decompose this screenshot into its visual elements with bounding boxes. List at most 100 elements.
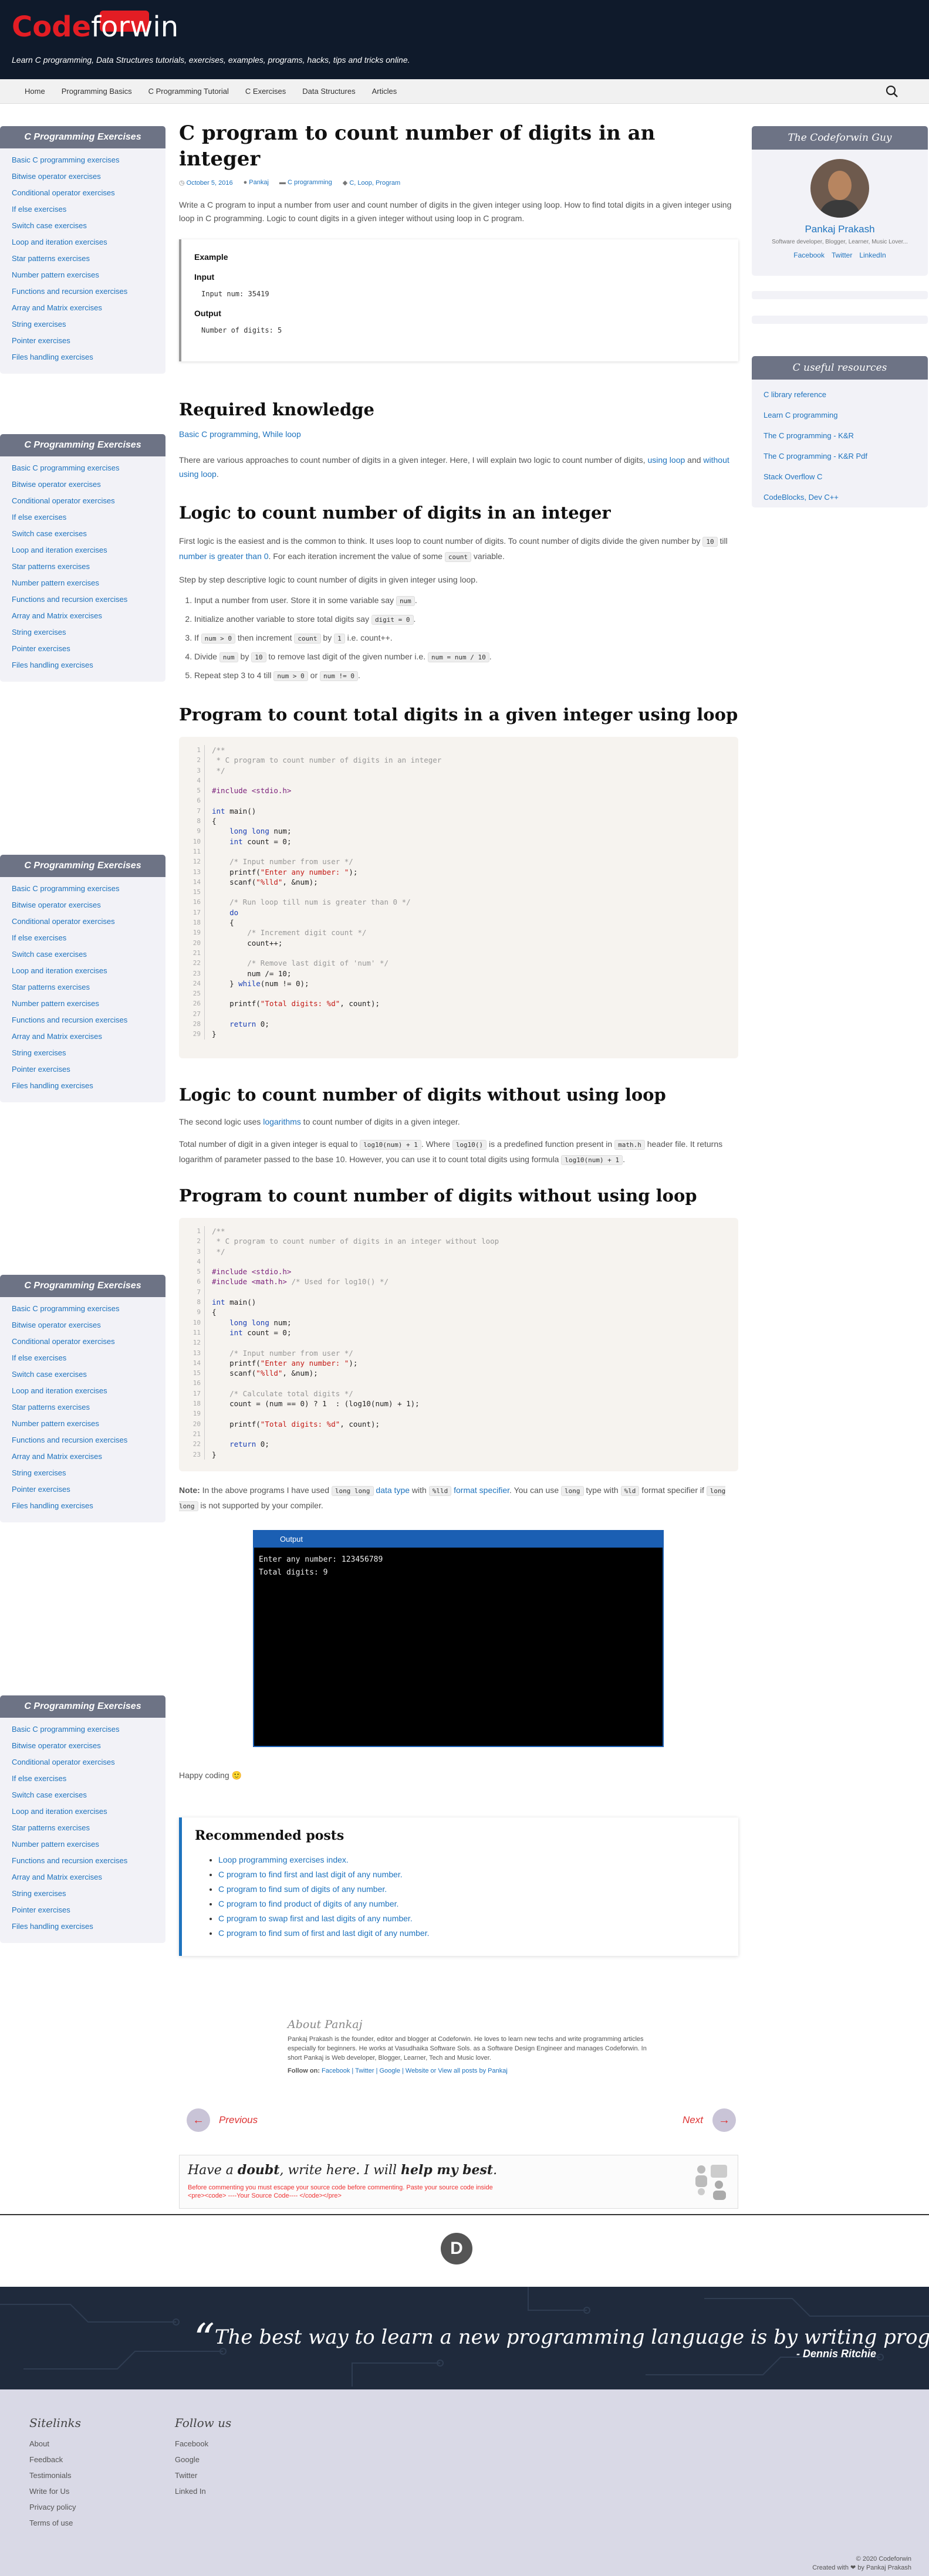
profile-name[interactable]: Pankaj Prakash	[758, 224, 922, 235]
sidebar-item[interactable]: Functions and recursion exercises	[12, 1015, 127, 1024]
nav-c-tutorial[interactable]: C Programming Tutorial	[140, 79, 237, 104]
resource-link[interactable]: The C programming - K&R	[764, 431, 854, 440]
sidebar-item[interactable]: String exercises	[12, 1048, 66, 1057]
sidebar-item[interactable]: Switch case exercises	[12, 529, 87, 538]
link-data-type[interactable]: data type	[376, 1485, 410, 1495]
footer-link[interactable]: Privacy policy	[29, 2499, 81, 2515]
footer-link[interactable]: Facebook	[175, 2436, 231, 2452]
sidebar-item[interactable]: If else exercises	[12, 933, 66, 942]
sidebar-item[interactable]: Loop and iteration exercises	[12, 238, 107, 246]
sidebar-item[interactable]: If else exercises	[12, 1353, 66, 1362]
req-link-basic[interactable]: Basic C programming	[179, 429, 258, 439]
nav-programming-basics[interactable]: Programming Basics	[53, 79, 140, 104]
sidebar-item[interactable]: Bitwise operator exercises	[12, 901, 101, 909]
sidebar-item[interactable]: Star patterns exercises	[12, 1823, 90, 1832]
post-author[interactable]: ● Pankaj	[244, 179, 269, 187]
sidebar-item[interactable]: Number pattern exercises	[12, 1840, 99, 1849]
sidebar-item[interactable]: Conditional operator exercises	[12, 917, 115, 926]
nav-articles[interactable]: Articles	[364, 79, 406, 104]
sidebar-item[interactable]: Conditional operator exercises	[12, 1758, 115, 1766]
sidebar-item[interactable]: Files handling exercises	[12, 353, 93, 361]
profile-linkedin-link[interactable]: LinkedIn	[859, 251, 886, 259]
link-format-specifier[interactable]: format specifier	[454, 1485, 509, 1495]
sidebar-item[interactable]: Basic C programming exercises	[12, 155, 120, 164]
nav-data-structures[interactable]: Data Structures	[294, 79, 363, 104]
previous-link[interactable]: Previous	[219, 2114, 258, 2126]
arrow-right-icon[interactable]: →	[712, 2108, 736, 2132]
sidebar-item[interactable]: Bitwise operator exercises	[12, 1741, 101, 1750]
next-link[interactable]: Next	[683, 2114, 703, 2126]
footer-link[interactable]: About	[29, 2436, 81, 2452]
sidebar-item[interactable]: Files handling exercises	[12, 1501, 93, 1510]
author-follow-links[interactable]: Facebook | Twitter | Google | Website or…	[322, 2067, 508, 2074]
sidebar-item[interactable]: Basic C programming exercises	[12, 1725, 120, 1734]
sidebar-item[interactable]: Number pattern exercises	[12, 578, 99, 587]
sidebar-item[interactable]: Switch case exercises	[12, 221, 87, 230]
sidebar-item[interactable]: Array and Matrix exercises	[12, 1032, 102, 1041]
link-number-greater[interactable]: number is greater than 0	[179, 551, 269, 561]
resource-link[interactable]: C library reference	[764, 390, 826, 399]
sidebar-item[interactable]: Array and Matrix exercises	[12, 1873, 102, 1881]
sidebar-item[interactable]: Pointer exercises	[12, 644, 70, 653]
code-block[interactable]: 1 2 3 4 5 6 7 8 9 10 11 12 13 14 15 16 1…	[179, 737, 738, 1058]
sidebar-item[interactable]: Functions and recursion exercises	[12, 1856, 127, 1865]
footer-link[interactable]: Feedback	[29, 2452, 81, 2467]
sidebar-item[interactable]: If else exercises	[12, 513, 66, 522]
footer-link[interactable]: Google	[175, 2452, 231, 2467]
recommended-link[interactable]: Loop programming exercises index.	[218, 1855, 349, 1864]
sidebar-item[interactable]: Conditional operator exercises	[12, 188, 115, 197]
comment-prompt[interactable]: Have a doubt, write here. I will help my…	[179, 2155, 738, 2209]
sidebar-item[interactable]: String exercises	[12, 628, 66, 637]
sidebar-item[interactable]: Basic C programming exercises	[12, 884, 120, 893]
recommended-link[interactable]: C program to find product of digits of a…	[218, 1899, 398, 1908]
sidebar-item[interactable]: Switch case exercises	[12, 1790, 87, 1799]
disqus-logo[interactable]: D	[441, 2233, 472, 2264]
code-block[interactable]: 1 2 3 4 5 6 7 8 9 10 11 12 13 14 15 16 1…	[179, 1218, 738, 1471]
sidebar-item[interactable]: If else exercises	[12, 1774, 66, 1783]
sidebar-item[interactable]: Functions and recursion exercises	[12, 595, 127, 604]
sidebar-item[interactable]: Pointer exercises	[12, 1905, 70, 1914]
sidebar-item[interactable]: Files handling exercises	[12, 1922, 93, 1931]
sidebar-item[interactable]: Loop and iteration exercises	[12, 966, 107, 975]
footer-link[interactable]: Linked In	[175, 2483, 231, 2499]
sidebar-item[interactable]: Functions and recursion exercises	[12, 1436, 127, 1444]
sidebar-item[interactable]: Conditional operator exercises	[12, 1337, 115, 1346]
recommended-link[interactable]: C program to find sum of digits of any n…	[218, 1884, 387, 1894]
sidebar-item[interactable]: String exercises	[12, 1889, 66, 1898]
sidebar-item[interactable]: If else exercises	[12, 205, 66, 214]
search-icon[interactable]	[886, 85, 898, 98]
sidebar-item[interactable]: Star patterns exercises	[12, 562, 90, 571]
recommended-link[interactable]: C program to find sum of first and last …	[218, 1928, 430, 1938]
footer-link[interactable]: Testimonials	[29, 2467, 81, 2483]
sidebar-item[interactable]: Bitwise operator exercises	[12, 480, 101, 489]
sidebar-item[interactable]: Switch case exercises	[12, 1370, 87, 1379]
arrow-left-icon[interactable]: ←	[187, 2108, 210, 2132]
footer-link[interactable]: Write for Us	[29, 2483, 81, 2499]
site-logo[interactable]: Codeforwin	[12, 11, 178, 43]
sidebar-item[interactable]: Star patterns exercises	[12, 1403, 90, 1411]
resource-link[interactable]: CodeBlocks, Dev C++	[764, 493, 839, 502]
resource-link[interactable]: Learn C programming	[764, 411, 837, 419]
link-using-loop[interactable]: using loop	[647, 455, 685, 465]
sidebar-item[interactable]: Bitwise operator exercises	[12, 1321, 101, 1329]
sidebar-item[interactable]: Array and Matrix exercises	[12, 303, 102, 312]
nav-c-exercises[interactable]: C Exercises	[237, 79, 294, 104]
sidebar-item[interactable]: Number pattern exercises	[12, 1419, 99, 1428]
sidebar-item[interactable]: Basic C programming exercises	[12, 1304, 120, 1313]
nav-home[interactable]: Home	[16, 79, 53, 104]
post-date[interactable]: ◷ October 5, 2016	[179, 179, 233, 187]
sidebar-item[interactable]: Pointer exercises	[12, 1485, 70, 1494]
recommended-link[interactable]: C program to swap first and last digits …	[218, 1914, 413, 1923]
sidebar-item[interactable]: String exercises	[12, 1468, 66, 1477]
profile-facebook-link[interactable]: Facebook	[793, 251, 825, 259]
sidebar-item[interactable]: Bitwise operator exercises	[12, 172, 101, 181]
footer-link[interactable]: Terms of use	[29, 2515, 81, 2531]
sidebar-item[interactable]: Switch case exercises	[12, 950, 87, 959]
sidebar-item[interactable]: Loop and iteration exercises	[12, 1386, 107, 1395]
sidebar-item[interactable]: Functions and recursion exercises	[12, 287, 127, 296]
footer-link[interactable]: Twitter	[175, 2467, 231, 2483]
sidebar-item[interactable]: Files handling exercises	[12, 1081, 93, 1090]
sidebar-item[interactable]: Number pattern exercises	[12, 270, 99, 279]
sidebar-item[interactable]: Star patterns exercises	[12, 254, 90, 263]
sidebar-item[interactable]: String exercises	[12, 320, 66, 329]
